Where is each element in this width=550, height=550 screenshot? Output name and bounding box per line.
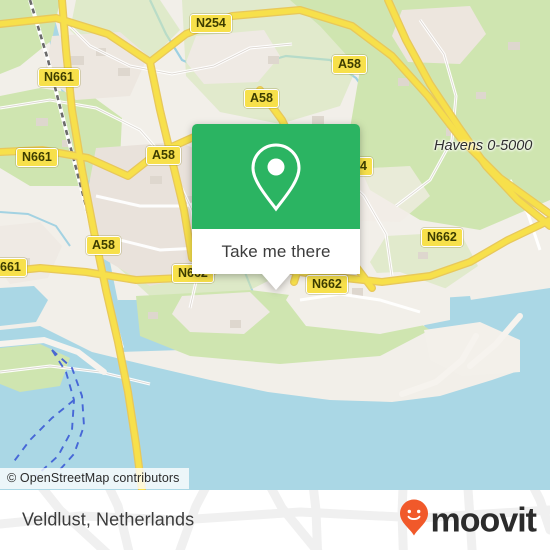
map-canvas[interactable]: N661 N661 661 A58 A58 N254 A58 A58 54 N6… bbox=[0, 0, 550, 490]
moovit-wordmark: moovit bbox=[430, 501, 537, 539]
card-header bbox=[192, 124, 360, 229]
take-me-there-card[interactable]: Take me there bbox=[192, 124, 360, 290]
road-shield[interactable]: A58 bbox=[146, 146, 181, 165]
road-shield[interactable]: 661 bbox=[0, 258, 27, 277]
card-footer[interactable]: Take me there bbox=[192, 229, 360, 290]
road-shield[interactable]: A58 bbox=[332, 55, 367, 74]
osm-attribution[interactable]: © OpenStreetMap contributors bbox=[0, 468, 189, 489]
road-shield[interactable]: N662 bbox=[421, 228, 463, 247]
road-shield[interactable]: N662 bbox=[306, 275, 348, 294]
place-name: Veldlust, Netherlands bbox=[22, 509, 195, 530]
map-area-label: Havens 0-5000 bbox=[434, 138, 533, 154]
road-shield[interactable]: N254 bbox=[190, 14, 232, 33]
card-pointer bbox=[262, 274, 290, 290]
road-shield[interactable]: A58 bbox=[244, 89, 279, 108]
location-pin-icon bbox=[247, 141, 305, 213]
take-me-there-label: Take me there bbox=[221, 241, 331, 261]
road-shield[interactable]: A58 bbox=[86, 236, 121, 255]
road-shield[interactable]: N661 bbox=[16, 148, 58, 167]
moovit-smiley-pin-icon bbox=[399, 499, 429, 542]
moovit-map-screenshot: N661 N661 661 A58 A58 N254 A58 A58 54 N6… bbox=[0, 0, 550, 550]
moovit-logo: moovit bbox=[399, 499, 537, 542]
footer-bar: Veldlust, Netherlands moovit bbox=[0, 490, 550, 550]
road-shield[interactable]: N661 bbox=[38, 68, 80, 87]
